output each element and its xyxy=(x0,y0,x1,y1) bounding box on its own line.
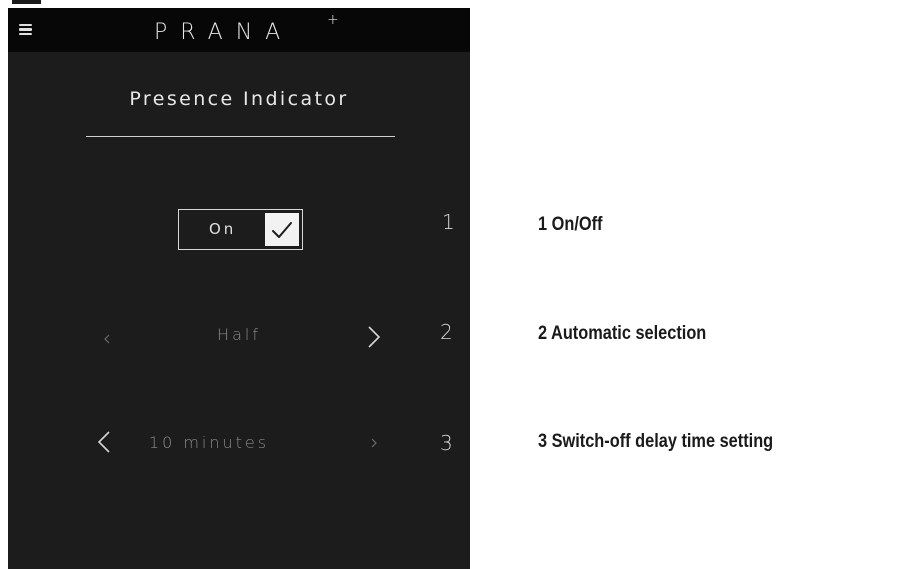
row-number-2: 2 xyxy=(440,320,453,344)
delay-time-value: 10 minutes xyxy=(148,433,270,452)
legend-item-automatic-selection: 2 Automatic selection xyxy=(538,323,707,344)
legend-item-on-off: 1 On/Off xyxy=(538,214,603,235)
brand-name: PRANA xyxy=(154,20,294,45)
toggle-label: On xyxy=(209,220,237,238)
corner-tab xyxy=(12,0,41,4)
title-divider xyxy=(86,136,395,137)
legend-item-switch-off-delay: 3 Switch-off delay time setting xyxy=(538,431,774,452)
on-off-toggle[interactable]: On xyxy=(178,209,303,250)
checkmark-icon xyxy=(265,213,299,246)
brand-superscript: + xyxy=(327,12,339,28)
hamburger-menu-icon[interactable] xyxy=(19,24,32,35)
page-title: Presence Indicator xyxy=(129,88,349,110)
chevron-right-icon[interactable] xyxy=(368,432,384,454)
brand-logo: PRANA + xyxy=(154,13,339,46)
automatic-selection-value: Half xyxy=(217,325,261,344)
row-number-1: 1 xyxy=(442,210,455,234)
row-number-3: 3 xyxy=(440,431,453,455)
device-screen: PRANA + Presence Indicator On 1 Half 2 1… xyxy=(8,8,470,569)
top-bar: PRANA + xyxy=(8,8,470,52)
chevron-right-icon[interactable] xyxy=(366,324,382,348)
